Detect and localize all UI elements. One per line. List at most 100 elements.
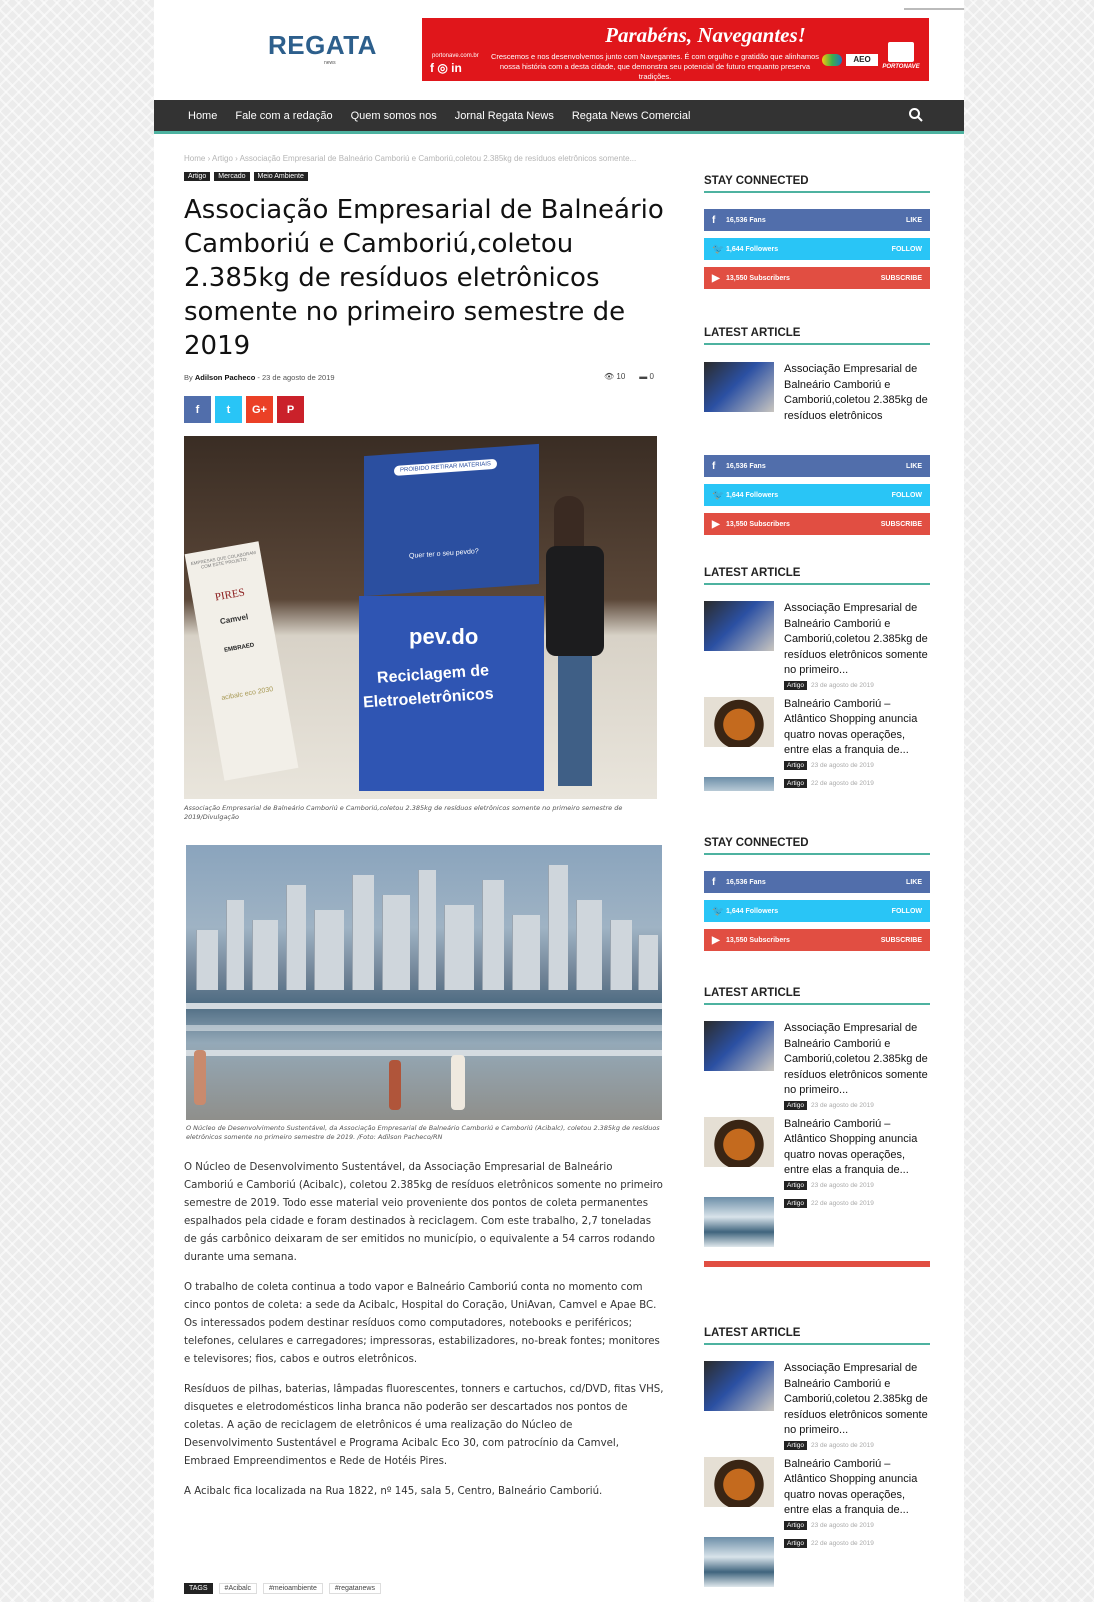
- tag-link[interactable]: #meioambiente: [263, 1583, 323, 1594]
- twitter-follow-button[interactable]: 🐦 1,644 Followers FOLLOW: [704, 238, 930, 260]
- sidebar-article-title[interactable]: Balneário Camboriú – Atlântico Shopping …: [784, 1117, 930, 1179]
- box-question: Quer ter o seu pevdo?: [409, 548, 479, 560]
- youtube-icon: ▶: [712, 934, 720, 946]
- sidebar-article[interactable]: Balneário Camboriú – Atlântico Shopping …: [704, 696, 930, 770]
- facebook-icon: f: [712, 876, 716, 888]
- google-plus-share-button[interactable]: G+: [246, 396, 273, 423]
- article-thumbnail[interactable]: [704, 1361, 774, 1411]
- article-paragraph: A Acibalc fica localizada na Rua 1822, n…: [184, 1486, 603, 1497]
- youtube-subscribe-button[interactable]: ▶ 13,550 Subscribers SUBSCRIBE: [704, 513, 930, 535]
- sidebar-heading: LATEST ARTICLE: [704, 567, 930, 585]
- comment-icon: ▬: [639, 372, 648, 381]
- nav-item-journal[interactable]: Jornal Regata News: [455, 110, 554, 122]
- article-thumbnail[interactable]: [704, 1536, 774, 1587]
- site-logo-sub: news: [324, 60, 336, 66]
- sidebar-article[interactable]: Associação Empresarial de Balneário Camb…: [704, 1361, 930, 1450]
- sidebar-latest-article: LATEST ARTICLE Associação Empresarial de…: [704, 567, 930, 799]
- sidebar-article-meta: Artigo 23 de agosto de 2019: [784, 760, 930, 770]
- twitter-follow-button[interactable]: 🐦 1,644 Followers FOLLOW: [704, 484, 930, 506]
- ad-brand-logo: PORTONAVE: [879, 42, 923, 76]
- sponsor-banner-head: EMPRESAS QUE COLABORAM COM ESTE PROJETO:: [190, 549, 257, 570]
- youtube-subscribe-button[interactable]: ▶ 13,550 Subscribers SUBSCRIBE: [704, 267, 930, 289]
- sponsor-embraed: EMBRAED: [223, 642, 255, 654]
- twitter-follow-button[interactable]: 🐦 1,644 Followers FOLLOW: [704, 900, 930, 922]
- tag-link[interactable]: #regatanews: [328, 1583, 381, 1594]
- nav-item-about[interactable]: Quem somos nos: [351, 110, 437, 122]
- article-thumbnail[interactable]: [704, 776, 774, 791]
- breadcrumb[interactable]: Home › Artigo › Associação Empresarial d…: [184, 154, 636, 163]
- aeo-badge: AEO: [846, 54, 878, 66]
- tag-list: TAGS #Acibalc #meioambiente #regatanews: [184, 1583, 381, 1594]
- sidebar-article[interactable]: Associação Empresarial de Balneário Camb…: [704, 362, 930, 424]
- author-link[interactable]: Adilson Pacheco: [195, 373, 255, 382]
- sidebar-article[interactable]: Artigo 22 de agosto de 2019: [704, 776, 930, 791]
- article-thumbnail[interactable]: [704, 696, 774, 747]
- facebook-like-button[interactable]: f 16,536 Fans LIKE: [704, 871, 930, 893]
- tag-link[interactable]: #Acibalc: [218, 1583, 258, 1594]
- sidebar-article[interactable]: Associação Empresarial de Balneário Camb…: [704, 601, 930, 690]
- sidebar-article-title[interactable]: Balneário Camboriú – Atlântico Shopping …: [784, 697, 930, 759]
- sidebar-article[interactable]: Artigo 22 de agosto de 2019: [704, 1536, 930, 1587]
- sidebar-article-meta: Artigo 23 de agosto de 2019: [784, 680, 930, 690]
- sidebar-article-title[interactable]: Associação Empresarial de Balneário Camb…: [784, 1361, 930, 1439]
- category-tag[interactable]: Mercado: [214, 172, 250, 181]
- sidebar-article-meta: Artigo 22 de agosto de 2019: [784, 778, 874, 791]
- sidebar-article-meta: Artigo 22 de agosto de 2019: [784, 1538, 874, 1587]
- sidebar-article-meta: Artigo 23 de agosto de 2019: [784, 1440, 930, 1450]
- image-caption-2: O Núcleo de Desenvolvimento Sustentável,…: [186, 1124, 660, 1141]
- article-thumbnail[interactable]: [704, 1116, 774, 1167]
- sidebar-article-meta: Artigo 22 de agosto de 2019: [784, 1198, 874, 1247]
- nav-item-commercial[interactable]: Regata News Comercial: [572, 110, 691, 122]
- sidebar-article-title[interactable]: Associação Empresarial de Balneário Camb…: [784, 601, 930, 679]
- comments-value: 0: [649, 372, 654, 381]
- category-tag[interactable]: Meio Ambiente: [253, 172, 308, 181]
- pinterest-share-button[interactable]: P: [277, 396, 304, 423]
- ad-banner[interactable]: Parabéns, Navegantes! portonave.com.br f…: [422, 18, 929, 81]
- youtube-subscribe-button[interactable]: ▶ 13,550 Subscribers SUBSCRIBE: [704, 929, 930, 951]
- twitter-share-button[interactable]: t: [215, 396, 242, 423]
- facebook-share-button[interactable]: f: [184, 396, 211, 423]
- article-thumbnail[interactable]: [704, 362, 774, 412]
- person-figure: [389, 1060, 401, 1110]
- category-tag[interactable]: Artigo: [184, 172, 211, 181]
- article-date: - 23 de agosto de 2019: [257, 373, 335, 382]
- sidebar-latest-article: LATEST ARTICLE Associação Empresarial de…: [704, 1327, 930, 1595]
- article-thumbnail[interactable]: [704, 1021, 774, 1071]
- sidebar-social-counter: f 16,536 Fans LIKE 🐦 1,644 Followers FOLLOW …: [704, 455, 930, 542]
- sidebar-article-title[interactable]: Associação Empresarial de Balneário Camb…: [784, 362, 930, 424]
- sponsor-pires: PIRES: [214, 586, 246, 604]
- sidebar-article[interactable]: Balneário Camboriú – Atlântico Shopping …: [704, 1116, 930, 1190]
- portonave-mark-icon: [888, 42, 914, 62]
- category-tags: Artigo Mercado Meio Ambiente: [184, 172, 308, 181]
- comments-count[interactable]: ▬ 0: [639, 372, 654, 381]
- sidebar-article[interactable]: Artigo 22 de agosto de 2019: [704, 1196, 930, 1247]
- partner-logo-icon: [822, 54, 842, 66]
- byline-prefix: By: [184, 373, 193, 382]
- nav-item-contact[interactable]: Fale com a redação: [235, 110, 332, 122]
- sidebar-article[interactable]: Associação Empresarial de Balneário Camb…: [704, 1021, 930, 1110]
- facebook-like-button[interactable]: f 16,536 Fans LIKE: [704, 455, 930, 477]
- site-header: REGATA news Parabéns, Navegantes! porton…: [154, 0, 964, 100]
- site-logo[interactable]: REGATA: [268, 30, 377, 61]
- article-body: O Núcleo de Desenvolvimento Sustentável,…: [184, 1159, 664, 1513]
- search-icon[interactable]: [908, 107, 924, 123]
- facebook-icon: f: [712, 460, 716, 472]
- sidebar-article-meta: Artigo 23 de agosto de 2019: [784, 1520, 930, 1530]
- sidebar-article-title[interactable]: Balneário Camboriú – Atlântico Shopping …: [784, 1457, 930, 1519]
- sidebar-heading: LATEST ARTICLE: [704, 1327, 930, 1345]
- main-nav: Home Fale com a redação Quem somos nos J…: [154, 100, 964, 134]
- ad-social-icons: f ◎ in: [430, 61, 462, 75]
- sidebar-article-title[interactable]: Associação Empresarial de Balneário Camb…: [784, 1021, 930, 1099]
- sidebar-article[interactable]: Balneário Camboriú – Atlântico Shopping …: [704, 1456, 930, 1530]
- sidebar-latest-article: LATEST ARTICLE Associação Empresarial de…: [704, 327, 930, 432]
- facebook-like-button[interactable]: f 16,536 Fans LIKE: [704, 209, 930, 231]
- views-value: 10: [616, 372, 626, 381]
- divider: [704, 1260, 930, 1267]
- nav-item-home[interactable]: Home: [188, 110, 217, 122]
- article-thumbnail[interactable]: [704, 1456, 774, 1507]
- twitter-icon: 🐦: [712, 243, 725, 255]
- sidebar-heading: STAY CONNECTED: [704, 175, 930, 193]
- article-thumbnail[interactable]: [704, 1196, 774, 1247]
- article-thumbnail[interactable]: [704, 601, 774, 651]
- tags-label: TAGS: [184, 1583, 213, 1594]
